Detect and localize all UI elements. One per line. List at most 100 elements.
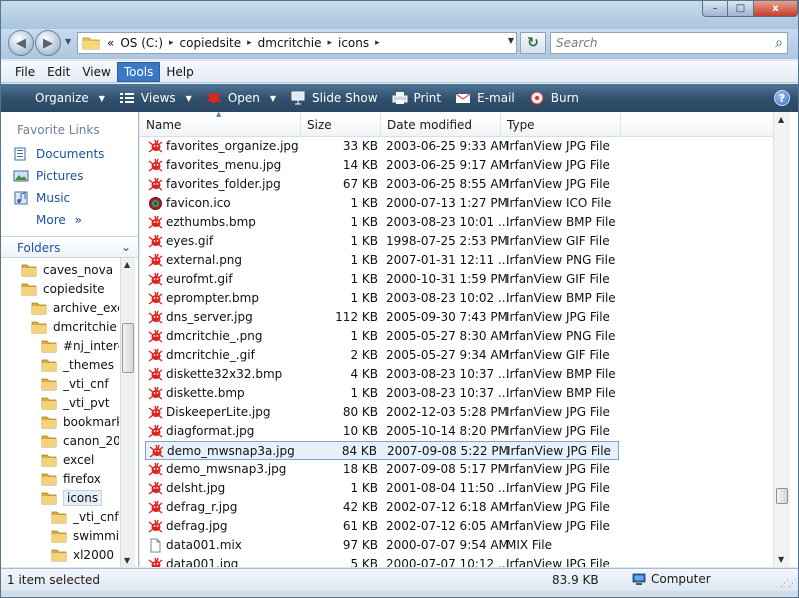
tree-item-excel[interactable]: excel bbox=[41, 450, 94, 469]
irfanview-file-icon bbox=[148, 329, 163, 343]
tree-item-nj-intere[interactable]: #nj_intere bbox=[41, 336, 119, 355]
location-label: Computer bbox=[651, 572, 711, 586]
chevron-down-icon[interactable]: ▼ bbox=[99, 94, 105, 103]
organize-button[interactable]: Organize ▼ bbox=[13, 91, 105, 105]
address-bar[interactable]: «OS (C:) ▸ copiedsite ▸ dmcritchie ▸ icons ▸ ▼ bbox=[77, 32, 517, 54]
tree-item-xl2000[interactable]: xl2000 bbox=[51, 545, 114, 564]
help-icon[interactable]: ? bbox=[774, 90, 790, 106]
file-row[interactable]: diskette32x32.bmp 4 KB 2003-08-23 10:37 ..… bbox=[145, 365, 619, 384]
file-row[interactable]: eyes.gif 1 KB 1998-07-25 2:53 PM IrfanView … bbox=[145, 232, 619, 251]
breadcrumb-item[interactable]: dmcritchie bbox=[255, 36, 325, 50]
resize-grip[interactable]: ⋰⋰ bbox=[780, 579, 797, 589]
favorite-link-pictures[interactable]: Pictures bbox=[13, 169, 84, 183]
maximize-button[interactable]: □ bbox=[728, 1, 754, 17]
scroll-up-arrow[interactable]: ▲ bbox=[778, 115, 784, 124]
file-row[interactable]: favicon.ico 1 KB 2000-07-13 1:27 PM IrfanVi… bbox=[145, 194, 619, 213]
close-button[interactable]: x bbox=[754, 1, 798, 17]
scrollbar-thumb[interactable] bbox=[776, 488, 788, 504]
tree-item-dmcritchie[interactable]: dmcritchie bbox=[31, 317, 117, 336]
forward-button[interactable]: ▶ bbox=[35, 30, 61, 56]
column-header-type[interactable]: Type bbox=[501, 112, 621, 137]
file-row[interactable]: eprompter.bmp 1 KB 2003-08-23 10:02 ... Irf… bbox=[145, 289, 619, 308]
file-row[interactable]: external.png 1 KB 2007-01-31 12:11 ... Irfa… bbox=[145, 251, 619, 270]
folders-header[interactable]: Folders ⌄ bbox=[1, 236, 138, 258]
search-box[interactable]: ⌕ bbox=[550, 32, 788, 54]
minimize-button[interactable]: – bbox=[702, 1, 728, 17]
file-row[interactable]: ezthumbs.bmp 1 KB 2003-08-23 10:01 ... Irfa… bbox=[145, 213, 619, 232]
refresh-button[interactable]: ↻ bbox=[520, 32, 546, 54]
scroll-down-arrow[interactable]: ▼ bbox=[778, 555, 784, 564]
file-row[interactable]: defrag.jpg 61 KB 2002-07-12 6:05 AM IrfanVi… bbox=[145, 517, 619, 536]
recent-pages-dropdown[interactable]: ▼ bbox=[65, 37, 71, 46]
file-row[interactable]: favorites_folder.jpg 67 KB 2003-06-25 8:55… bbox=[145, 175, 619, 194]
more-link[interactable]: More » bbox=[36, 213, 82, 227]
menu-file[interactable]: File bbox=[9, 62, 41, 82]
breadcrumb-separator-icon[interactable]: ▸ bbox=[166, 38, 177, 48]
file-row[interactable]: favorites_menu.jpg 14 KB 2003-06-25 9:17 A… bbox=[145, 156, 619, 175]
tree-item-vti-cnf[interactable]: _vti_cnf bbox=[41, 374, 109, 393]
slide-show-button[interactable]: Slide Show bbox=[290, 91, 378, 105]
scrollbar-thumb[interactable] bbox=[122, 323, 134, 373]
search-icon[interactable]: ⌕ bbox=[775, 35, 783, 51]
tree-item-caves-nova[interactable]: caves_nova bbox=[21, 260, 113, 279]
open-button[interactable]: Open ▼ bbox=[206, 91, 276, 105]
tree-item-vti-cnf[interactable]: _vti_cnf bbox=[51, 507, 119, 526]
column-header-size[interactable]: Size bbox=[301, 112, 381, 137]
scroll-down-arrow[interactable]: ▼ bbox=[124, 556, 130, 565]
file-row[interactable]: defrag_r.jpg 42 KB 2002-07-12 6:18 AM Irfan… bbox=[145, 498, 619, 517]
file-row[interactable]: diagformat.jpg 10 KB 2005-10-14 8:20 PM Irf… bbox=[145, 422, 619, 441]
folder-tree-scrollbar[interactable]: ▲ ▼ bbox=[120, 258, 135, 567]
menu-edit[interactable]: Edit bbox=[41, 62, 76, 82]
breadcrumb-separator-icon[interactable]: ▸ bbox=[372, 38, 383, 48]
breadcrumb-separator-icon[interactable]: ▸ bbox=[324, 38, 335, 48]
favorite-link-music[interactable]: Music bbox=[13, 191, 70, 205]
file-row[interactable]: favorites_organize.jpg 33 KB 2003-06-25 9:… bbox=[145, 137, 619, 156]
tree-item-swimmi[interactable]: swimmi bbox=[51, 526, 119, 545]
breadcrumb-item[interactable]: OS (C:) bbox=[117, 36, 166, 50]
tree-item-firefox[interactable]: firefox bbox=[41, 469, 101, 488]
tree-item-bookmark[interactable]: bookmark bbox=[41, 412, 119, 431]
file-row[interactable]: eurofmt.gif 1 KB 2000-10-31 1:59 PM IrfanVi… bbox=[145, 270, 619, 289]
tree-item-vti-pvt[interactable]: _vti_pvt bbox=[41, 393, 110, 412]
breadcrumb-separator-icon[interactable]: ▸ bbox=[244, 38, 255, 48]
file-row[interactable]: DiskeeperLite.jpg 80 KB 2002-12-03 5:28 PM… bbox=[145, 403, 619, 422]
file-row[interactable]: delsht.jpg 1 KB 2001-08-04 11:50 ... IrfanV… bbox=[145, 479, 619, 498]
file-row[interactable]: data001.mix 97 KB 2000-07-07 9:54 AM MIX Fi… bbox=[145, 536, 619, 555]
e-mail-button[interactable]: E-mail bbox=[455, 91, 515, 105]
address-dropdown[interactable]: ▼ bbox=[508, 36, 514, 45]
search-input[interactable] bbox=[551, 33, 751, 53]
menu-help[interactable]: Help bbox=[160, 62, 199, 82]
column-header-name[interactable]: Name ▲ bbox=[140, 112, 301, 137]
scroll-up-arrow[interactable]: ▲ bbox=[124, 260, 130, 269]
menu-tools[interactable]: Tools bbox=[116, 61, 161, 82]
back-button[interactable]: ◀ bbox=[8, 30, 34, 56]
tree-item-archive-exc[interactable]: archive_exc bbox=[31, 298, 119, 317]
file-row[interactable]: diskette.bmp 1 KB 2003-08-23 10:37 ... Irfa… bbox=[145, 384, 619, 403]
favorite-link-documents[interactable]: Documents bbox=[13, 147, 104, 161]
tree-item-copiedsite[interactable]: copiedsite bbox=[21, 279, 105, 298]
views-button[interactable]: Views ▼ bbox=[119, 91, 192, 105]
file-row[interactable]: data001.jpg 5 KB 2000-07-07 10:12 ... Irfan… bbox=[145, 555, 619, 567]
tree-item-canon-20[interactable]: canon_20 bbox=[41, 431, 119, 450]
breadcrumb-overflow[interactable]: « bbox=[104, 36, 117, 50]
file-name: favorites_folder.jpg bbox=[166, 177, 281, 191]
chevron-down-icon[interactable]: ⌄ bbox=[121, 240, 131, 254]
breadcrumb-item[interactable]: copiedsite bbox=[177, 36, 245, 50]
burn-button[interactable]: Burn bbox=[529, 91, 579, 105]
file-type: IrfanView PNG File bbox=[506, 253, 616, 267]
tree-item-icons[interactable]: icons bbox=[41, 488, 103, 507]
file-list-scrollbar[interactable]: ▲ ▼ bbox=[773, 112, 790, 567]
column-header-date-modified[interactable]: Date modified bbox=[381, 112, 501, 137]
file-row[interactable]: demo_mwsnap3a.jpg 84 KB 2007-09-08 5:22 PM… bbox=[145, 441, 619, 460]
file-type: IrfanView BMP File bbox=[506, 291, 616, 305]
chevron-down-icon[interactable]: ▼ bbox=[270, 94, 276, 103]
print-button[interactable]: Print bbox=[392, 91, 441, 105]
tree-item-themes[interactable]: _themes bbox=[41, 355, 114, 374]
file-row[interactable]: dns_server.jpg 112 KB 2005-09-30 7:43 PM Ir… bbox=[145, 308, 619, 327]
file-row[interactable]: demo_mwsnap3.jpg 18 KB 2007-09-08 5:17 PM I… bbox=[145, 460, 619, 479]
breadcrumb-item[interactable]: icons bbox=[335, 36, 372, 50]
file-row[interactable]: dmcritchie_.png 1 KB 2005-05-27 8:30 AM Irf… bbox=[145, 327, 619, 346]
file-row[interactable]: dmcritchie_.gif 2 KB 2005-05-27 9:34 AM Irf… bbox=[145, 346, 619, 365]
menu-view[interactable]: View bbox=[76, 62, 116, 82]
chevron-down-icon[interactable]: ▼ bbox=[186, 94, 192, 103]
